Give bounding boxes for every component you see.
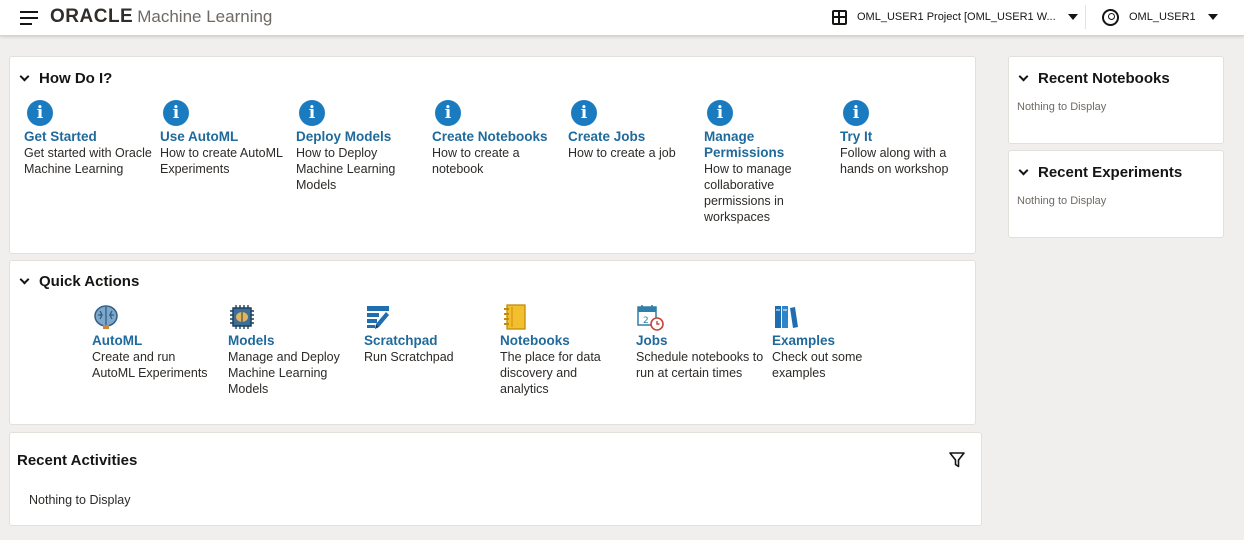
how-do-i-item: i Manage Permissions How to manage collabo… — [704, 100, 832, 225]
how-do-i-description: How to create a job — [568, 146, 676, 160]
quick-actions-panel: Quick Actions AutoML Create and run AutoM… — [9, 260, 976, 425]
project-label: OML_USER1 Project [OML_USER1 W... — [857, 11, 1056, 23]
how-do-i-link[interactable]: Create Jobs — [568, 129, 696, 145]
workspace-grid-icon — [832, 9, 847, 25]
quick-action-link[interactable]: Jobs — [636, 333, 764, 349]
quick-action-item: Models Manage and Deploy Machine Learning… — [228, 303, 356, 397]
recent-notebooks-panel: Recent Notebooks Nothing to Display — [1008, 56, 1224, 144]
info-icon[interactable]: i — [27, 100, 53, 126]
quick-action-link[interactable]: Scratchpad — [364, 333, 492, 349]
notebook-icon[interactable] — [500, 303, 528, 331]
svg-text:2: 2 — [643, 316, 649, 326]
quick-action-link[interactable]: Examples — [772, 333, 900, 349]
how-do-i-item: i Try It Follow along with a hands on work… — [840, 100, 968, 177]
how-do-i-description: How to manage collaborative permissions … — [704, 162, 792, 224]
quick-action-description: Schedule notebooks to run at certain tim… — [636, 350, 764, 380]
how-do-i-link[interactable]: Use AutoML — [160, 129, 288, 145]
user-label: OML_USER1 — [1129, 11, 1196, 23]
quick-action-description: The place for data discovery and analyti… — [500, 350, 601, 396]
collapse-chevron-icon[interactable] — [1018, 71, 1029, 82]
scratchpad-icon[interactable] — [364, 303, 392, 331]
quick-action-link[interactable]: Notebooks — [500, 333, 628, 349]
books-icon[interactable] — [772, 303, 800, 331]
how-do-i-link[interactable]: Manage Permissions — [704, 129, 832, 161]
calendar-clock-icon[interactable]: 2 — [636, 303, 664, 331]
info-icon[interactable]: i — [435, 100, 461, 126]
how-do-i-item: i Use AutoML How to create AutoML Experime… — [160, 100, 288, 177]
info-icon[interactable]: i — [163, 100, 189, 126]
recent-experiments-panel: Recent Experiments Nothing to Display — [1008, 150, 1224, 238]
recent-notebooks-empty: Nothing to Display — [1017, 101, 1107, 113]
recent-experiments-empty: Nothing to Display — [1017, 195, 1107, 207]
quick-actions-header[interactable]: Quick Actions — [19, 273, 140, 290]
how-do-i-description: Get started with Oracle Machine Learning — [24, 146, 152, 176]
project-selector[interactable]: OML_USER1 Project [OML_USER1 W... — [832, 7, 1078, 27]
quick-action-item: Scratchpad Run Scratchpad — [364, 303, 492, 365]
how-do-i-item: i Deploy Models How to Deploy Machine Lear… — [296, 100, 424, 193]
how-do-i-item: i Create Jobs How to create a job — [568, 100, 696, 161]
how-do-i-description: How to Deploy Machine Learning Models — [296, 146, 396, 192]
chevron-down-icon — [1067, 14, 1078, 20]
brand-oracle-text: ORACLE — [50, 6, 134, 27]
quick-action-description: Create and run AutoML Experiments — [92, 350, 208, 380]
how-do-i-link[interactable]: Create Notebooks — [432, 129, 560, 145]
how-do-i-link[interactable]: Get Started — [24, 129, 152, 145]
quick-action-link[interactable]: AutoML — [92, 333, 220, 349]
recent-activities-title: Recent Activities — [17, 452, 138, 469]
quick-action-item: AutoML Create and run AutoML Experiments — [92, 303, 220, 381]
filter-icon[interactable] — [948, 451, 966, 469]
user-menu[interactable]: OML_USER1 — [1102, 7, 1218, 27]
quick-action-description: Manage and Deploy Machine Learning Model… — [228, 350, 340, 396]
quick-actions-title: Quick Actions — [39, 273, 140, 290]
recent-notebooks-header[interactable]: Recent Notebooks — [1018, 70, 1170, 87]
info-icon[interactable]: i — [571, 100, 597, 126]
recent-notebooks-title: Recent Notebooks — [1038, 70, 1170, 87]
header-divider — [1085, 5, 1086, 29]
quick-action-description: Check out some examples — [772, 350, 863, 380]
how-do-i-description: How to create a notebook — [432, 146, 520, 176]
hamburger-menu-icon[interactable] — [20, 11, 38, 25]
how-do-i-link[interactable]: Try It — [840, 129, 968, 145]
recent-activities-empty: Nothing to Display — [29, 493, 131, 507]
chevron-down-icon — [1207, 14, 1218, 20]
top-header-bar: ORACLE Machine Learning OML_USER1 Projec… — [0, 0, 1244, 36]
model-chip-icon[interactable] — [228, 303, 256, 331]
how-do-i-item: i Get Started Get started with Oracle Mach… — [24, 100, 152, 177]
collapse-chevron-icon[interactable] — [19, 274, 30, 285]
info-icon[interactable]: i — [707, 100, 733, 126]
how-do-i-description: Follow along with a hands on workshop — [840, 146, 949, 176]
quick-action-item: Examples Check out some examples — [772, 303, 900, 381]
user-avatar-icon — [1102, 8, 1119, 26]
how-do-i-link[interactable]: Deploy Models — [296, 129, 424, 145]
collapse-chevron-icon[interactable] — [1018, 165, 1029, 176]
info-icon[interactable]: i — [843, 100, 869, 126]
quick-action-item: Notebooks The place for data discovery an… — [500, 303, 628, 397]
how-do-i-panel: How Do I? i Get Started Get started with O… — [9, 56, 976, 254]
recent-activities-panel: Recent Activities Nothing to Display — [9, 432, 982, 526]
how-do-i-description: How to create AutoML Experiments — [160, 146, 283, 176]
how-do-i-title: How Do I? — [39, 70, 113, 87]
info-icon[interactable]: i — [299, 100, 325, 126]
quick-action-link[interactable]: Models — [228, 333, 356, 349]
recent-experiments-header[interactable]: Recent Experiments — [1018, 164, 1183, 181]
how-do-i-item: i Create Notebooks How to create a noteboo… — [432, 100, 560, 177]
app-logo[interactable]: ORACLE Machine Learning — [50, 6, 272, 28]
recent-experiments-title: Recent Experiments — [1038, 164, 1183, 181]
brain-icon[interactable] — [92, 303, 120, 331]
how-do-i-header[interactable]: How Do I? — [19, 70, 113, 87]
brand-product-text: Machine Learning — [137, 7, 273, 26]
quick-action-description: Run Scratchpad — [364, 350, 454, 364]
quick-action-item: 2 Jobs Schedule notebooks to run at certai… — [636, 303, 764, 381]
collapse-chevron-icon[interactable] — [19, 71, 30, 82]
